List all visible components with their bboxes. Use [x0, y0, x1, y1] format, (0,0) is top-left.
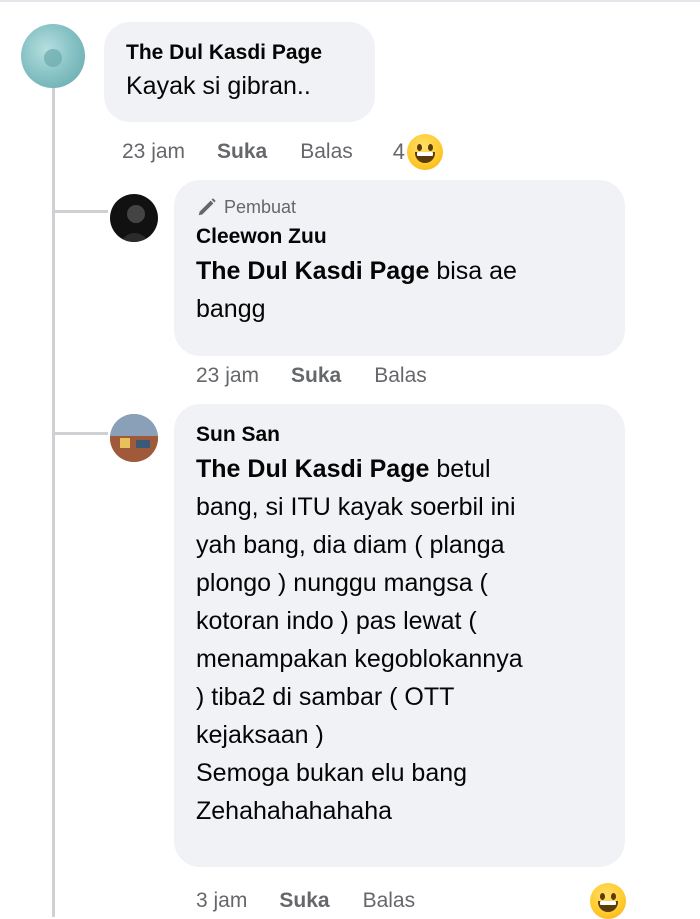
avatar-sun-san[interactable]: [110, 414, 158, 462]
comment-meta-2: 23 jam Suka Balas: [196, 364, 427, 388]
badge-label: Pembuat: [224, 196, 297, 217]
comment-bubble-1: The Dul Kasdi Page Kayak si gibran..: [104, 22, 375, 122]
reaction-count[interactable]: 4: [393, 139, 405, 165]
avatar-the-dul-kasdi-page[interactable]: [21, 24, 85, 88]
author-badge: Pembuat: [196, 196, 603, 218]
laugh-emoji-icon[interactable]: [590, 883, 626, 919]
like-button[interactable]: Suka: [291, 364, 341, 388]
mention-link[interactable]: The Dul Kasdi Page: [196, 257, 429, 285]
reply-button[interactable]: Balas: [363, 889, 416, 913]
like-button[interactable]: Suka: [279, 889, 329, 913]
comment-meta-1: 23 jam Suka Balas 4: [122, 134, 444, 170]
comment-bubble-3: Sun San The Dul Kasdi Page betul bang, s…: [174, 404, 625, 867]
comment-author[interactable]: Sun San: [196, 422, 603, 448]
reply-button[interactable]: Balas: [374, 364, 427, 388]
comment-author[interactable]: The Dul Kasdi Page: [126, 40, 353, 66]
comment-author[interactable]: Cleewon Zuu: [196, 224, 603, 250]
comment-bubble-2: Pembuat Cleewon Zuu The Dul Kasdi Page b…: [174, 180, 625, 356]
top-divider: [0, 0, 700, 2]
avatar-image: [110, 414, 158, 462]
like-button[interactable]: Suka: [217, 140, 267, 164]
comment-time[interactable]: 23 jam: [122, 140, 185, 164]
comment-meta-3: 3 jam Suka Balas: [196, 883, 626, 919]
comment-text: The Dul Kasdi Page bisa ae bangg: [196, 252, 603, 328]
comment-text: Kayak si gibran..: [126, 72, 311, 100]
avatar-cleewon-zuu[interactable]: [110, 194, 158, 242]
mention-link[interactable]: The Dul Kasdi Page: [196, 455, 429, 483]
thread-line-branch-1: [52, 210, 108, 213]
thread-line-branch-2: [52, 432, 108, 435]
comment-text: The Dul Kasdi Page betul bang, si ITU ka…: [196, 450, 603, 830]
comment-time[interactable]: 3 jam: [196, 889, 247, 913]
laugh-emoji-icon[interactable]: [407, 134, 444, 170]
reply-button[interactable]: Balas: [300, 140, 353, 164]
pen-icon: [198, 198, 216, 216]
comment-time[interactable]: 23 jam: [196, 364, 259, 388]
avatar-image: [44, 49, 62, 67]
avatar-image: [120, 205, 150, 242]
comment-body: betul bang, si ITU kayak soerbil ini yah…: [196, 455, 523, 825]
